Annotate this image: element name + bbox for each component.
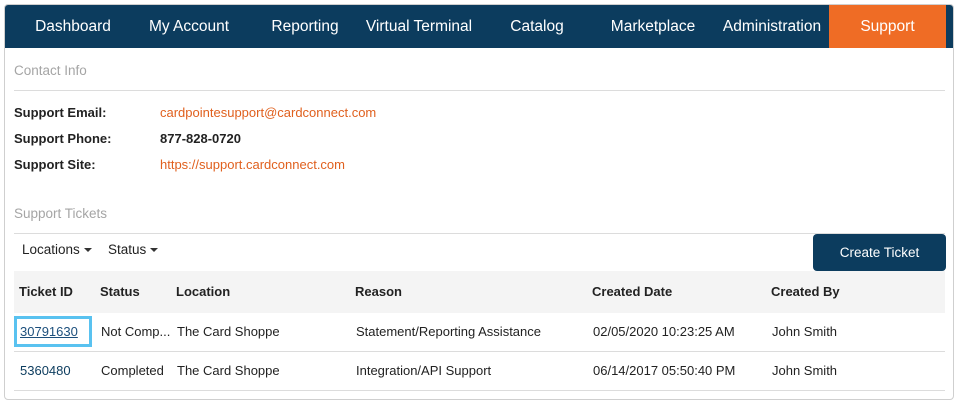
locations-filter-dropdown[interactable]: Locations (22, 242, 92, 257)
ticket-id-link[interactable]: 5360480 (20, 352, 71, 390)
divider (14, 90, 945, 91)
nav-virtual-terminal[interactable]: Virtual Terminal (361, 5, 477, 48)
ticket-id-link[interactable]: 30791630 (20, 313, 78, 351)
support-tickets-title: Support Tickets (14, 206, 108, 221)
support-phone-label: Support Phone: (14, 131, 112, 146)
column-header-status[interactable]: Status (100, 271, 140, 313)
table-row[interactable]: 30791630 Not Comp... The Card Shoppe Sta… (14, 313, 945, 352)
app-frame: Dashboard My Account Reporting Virtual T… (4, 4, 954, 400)
status-filter-label: Status (108, 242, 147, 257)
ticket-reason: Statement/Reporting Assistance (356, 324, 541, 339)
chevron-down-icon (150, 248, 159, 253)
support-email-link[interactable]: cardpointesupport@cardconnect.com (160, 105, 376, 120)
chevron-down-icon (83, 248, 92, 253)
support-site-link[interactable]: https://support.cardconnect.com (160, 157, 345, 172)
ticket-created-date: 06/14/2017 05:50:40 PM (593, 363, 736, 378)
nav-marketplace[interactable]: Marketplace (601, 5, 705, 48)
status-filter-dropdown[interactable]: Status (108, 242, 159, 257)
nav-dashboard[interactable]: Dashboard (5, 5, 141, 48)
ticket-location: The Card Shoppe (177, 363, 280, 378)
support-email-label: Support Email: (14, 105, 107, 120)
nav-support[interactable]: Support (829, 5, 946, 48)
table-row[interactable]: 5360480 Completed The Card Shoppe Integr… (14, 352, 945, 391)
nav-my-account[interactable]: My Account (135, 5, 243, 48)
support-phone-value: 877-828-0720 (160, 131, 241, 146)
nav-reporting[interactable]: Reporting (255, 5, 355, 48)
column-header-created-date[interactable]: Created Date (592, 271, 672, 313)
ticket-status: Not Comp... (101, 324, 171, 339)
column-header-created-by[interactable]: Created By (771, 271, 840, 313)
contact-info-title: Contact Info (14, 63, 87, 78)
divider (14, 233, 945, 234)
nav-administration[interactable]: Administration (715, 5, 829, 48)
ticket-created-by: John Smith (772, 324, 838, 339)
create-ticket-button[interactable]: Create Ticket (813, 234, 946, 271)
nav-catalog[interactable]: Catalog (493, 5, 581, 48)
locations-filter-label: Locations (22, 242, 80, 257)
ticket-created-date: 02/05/2020 10:23:25 AM (593, 324, 735, 339)
column-header-ticket-id[interactable]: Ticket ID (19, 271, 73, 313)
ticket-reason: Integration/API Support (356, 363, 492, 378)
column-header-reason[interactable]: Reason (355, 271, 402, 313)
column-header-location[interactable]: Location (176, 271, 230, 313)
top-navbar: Dashboard My Account Reporting Virtual T… (5, 5, 953, 48)
tickets-table-header: Ticket ID Status Location Reason Created… (14, 271, 945, 313)
ticket-created-by: John Smith (772, 363, 838, 378)
ticket-status: Completed (101, 363, 164, 378)
ticket-location: The Card Shoppe (177, 324, 280, 339)
support-site-label: Support Site: (14, 157, 96, 172)
